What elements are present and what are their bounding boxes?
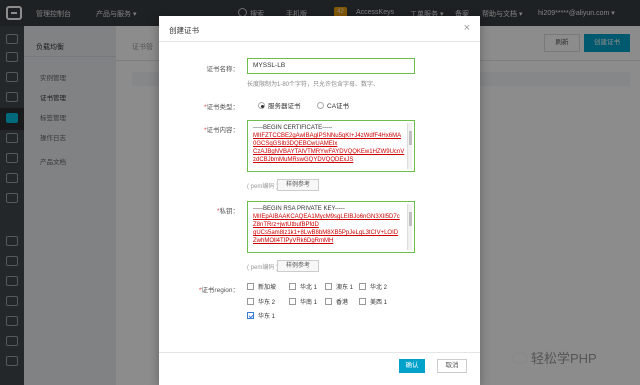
cert-line: CzAJBgNVBAYTAlVTMRYwFAYDVQQKEw1HZW9UcnV bbox=[253, 149, 405, 155]
key-line: MIIEpAIBAAKCAQEA1MycM9sgLEIBJo6nGN3XIl5D… bbox=[253, 214, 400, 220]
cert-line: zdCBJbmMuMRswGQYDVQQDExJS bbox=[253, 157, 354, 163]
dialog-footer-divider bbox=[159, 352, 480, 353]
checkbox-icon bbox=[247, 298, 254, 305]
wechat-icon bbox=[512, 352, 528, 364]
key-sample-button[interactable]: 样例参考 bbox=[277, 260, 319, 272]
region-checkbox[interactable]: 香港 bbox=[325, 297, 348, 306]
checkbox-icon bbox=[325, 283, 332, 290]
radio-server-cert[interactable]: 服务器证书 bbox=[258, 100, 301, 110]
radio-empty-icon bbox=[317, 102, 324, 109]
cert-sample-button[interactable]: 样例参考 bbox=[277, 179, 319, 191]
region-checkbox[interactable]: 华东 2 bbox=[247, 297, 275, 306]
cert-type-label: *证书类型： bbox=[203, 104, 239, 111]
cert-line: MIIFZTCCBE2gAwIBAgIPSNNu5qKI+J4zWdfF4Hx6… bbox=[253, 133, 402, 139]
cert-line: -----BEGIN CERTIFICATE----- bbox=[253, 125, 333, 131]
cancel-button[interactable]: 取消 bbox=[437, 359, 467, 373]
private-key-label: *私钥： bbox=[216, 208, 239, 215]
textarea-scrollbar[interactable] bbox=[407, 123, 412, 169]
cert-content-textarea[interactable]: -----BEGIN CERTIFICATE----- MIIFZTCCBE2g… bbox=[247, 120, 415, 172]
region-label: *证书region： bbox=[198, 287, 239, 294]
private-key-textarea[interactable]: -----BEGIN RSA PRIVATE KEY----- MIIEpAIB… bbox=[247, 201, 415, 253]
checkbox-icon bbox=[359, 298, 366, 305]
radio-selected-icon bbox=[258, 102, 265, 109]
key-line: -----BEGIN RSA PRIVATE KEY----- bbox=[253, 206, 345, 212]
cert-name-label: 证书名称： bbox=[206, 66, 240, 73]
confirm-button[interactable]: 确认 bbox=[399, 359, 425, 373]
cert-name-hint: 长度限制为1-80个字符，只允许包含字母、数字、 bbox=[247, 82, 380, 88]
textarea-scrollbar[interactable] bbox=[407, 204, 412, 250]
region-checkbox[interactable]: 新加坡 bbox=[247, 282, 276, 291]
key-line: Z8nTRrz+jwtUtbufBPfdD bbox=[253, 222, 319, 228]
checkbox-icon bbox=[359, 283, 366, 290]
dialog-title: 创建证书 bbox=[169, 26, 199, 35]
pem-hint: ( pem编码 ) bbox=[247, 265, 279, 271]
cert-line: 0GCSqGSIb3DQEBCwUAMEIx bbox=[253, 141, 338, 147]
checkbox-checked-icon bbox=[247, 312, 254, 319]
checkbox-icon bbox=[247, 283, 254, 290]
radio-ca-cert[interactable]: CA证书 bbox=[317, 100, 349, 110]
cert-content-label: *证书内容： bbox=[203, 127, 239, 134]
region-checkbox[interactable]: 华东 1 bbox=[247, 311, 275, 320]
create-certificate-dialog: 创建证书 × 证书名称： MYSSL-LB 长度限制为1-80个字符，只允许包含… bbox=[159, 16, 480, 385]
region-checkbox[interactable]: 美西 1 bbox=[359, 297, 387, 306]
region-checkbox[interactable]: 华北 1 bbox=[289, 282, 317, 291]
close-icon[interactable]: × bbox=[464, 22, 470, 34]
key-line: ZwhMOll4TIPyVRk6DgRmMH bbox=[253, 238, 334, 244]
cert-name-input[interactable]: MYSSL-LB bbox=[247, 58, 415, 74]
region-checkbox[interactable]: 澳东 1 bbox=[325, 282, 353, 291]
checkbox-icon bbox=[289, 298, 296, 305]
key-line: gUCs5am8lz1k1+8LwB8bM8XB5PpJeLgL3tCIV+LO… bbox=[253, 230, 399, 236]
checkbox-icon bbox=[325, 298, 332, 305]
watermark: 轻松学PHP bbox=[512, 348, 597, 367]
region-checkbox[interactable]: 华南 1 bbox=[289, 297, 317, 306]
dialog-header-divider bbox=[159, 41, 480, 42]
checkbox-icon bbox=[289, 283, 296, 290]
region-checkbox[interactable]: 华北 2 bbox=[359, 282, 387, 291]
pem-hint: ( pem编码 ) bbox=[247, 184, 279, 190]
